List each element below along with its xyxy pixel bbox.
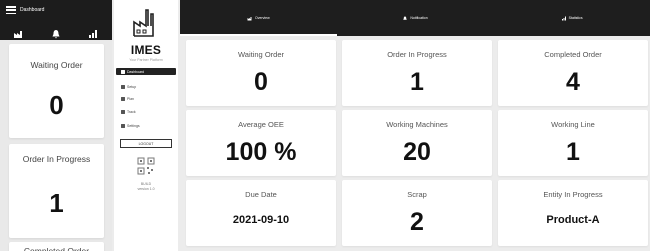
nav-item-plan[interactable]: Plan: [121, 97, 134, 101]
mobile-card-waiting-order: Waiting Order 0: [9, 44, 104, 138]
qr-code-icon: [137, 157, 155, 175]
calendar-icon: [121, 97, 125, 101]
mobile-view: Dashboard Waiting Order 0 Order In Progr…: [0, 0, 112, 251]
card-average-oee: Average OEE 100 %: [186, 110, 336, 176]
nav-item-label: Plan: [127, 97, 135, 101]
tab-overview[interactable]: Overview: [180, 0, 337, 36]
wrench-icon: [121, 85, 125, 89]
desktop-tabbar: Overview Notification Statistics: [180, 0, 650, 36]
card-completed-order: Completed Order 4: [498, 40, 648, 106]
card-label: Waiting Order: [238, 50, 284, 59]
bar-chart-icon[interactable]: [87, 26, 99, 38]
desktop-view: Overview Notification Statistics Waiting…: [180, 0, 650, 251]
build-version: version 1.0: [137, 186, 155, 191]
nav-item-dashboard[interactable]: Dashboard: [116, 68, 176, 75]
card-value: 2: [410, 208, 424, 236]
card-value: 100 %: [225, 138, 297, 166]
card-entity-in-progress: Entity In Progress Product-A: [498, 180, 648, 246]
tab-label: Statistics: [568, 16, 583, 20]
card-label: Entity In Progress: [543, 190, 603, 199]
card-value: 2021-09-10: [232, 214, 290, 226]
card-value: 1: [566, 138, 580, 166]
nav-item-label: Settings: [127, 124, 140, 128]
chart-icon: [121, 110, 125, 114]
nav-item-label: Dashboard: [127, 69, 145, 74]
bell-icon: [403, 16, 408, 20]
nav-item-track[interactable]: Track: [121, 110, 136, 114]
tab-statistics[interactable]: Statistics: [493, 0, 650, 36]
bar-chart-icon: [561, 16, 566, 20]
card-label: Working Machines: [386, 120, 448, 129]
factory-logo-icon: [133, 9, 154, 37]
card-label: Completed Order: [544, 50, 602, 59]
mobile-menu-label: Dashboard: [20, 7, 45, 13]
card-working-line: Working Line 1: [498, 110, 648, 176]
card-label: Order In Progress: [22, 154, 91, 164]
nav-item-settings[interactable]: Settings: [121, 124, 140, 128]
factory-icon: [247, 16, 252, 20]
card-waiting-order: Waiting Order 0: [186, 40, 336, 106]
mobile-tabs: [0, 26, 112, 39]
tab-label: Notification: [410, 16, 428, 20]
nav-item-label: Setup: [127, 85, 137, 89]
tab-notification[interactable]: Notification: [337, 0, 494, 36]
settings-icon: [121, 124, 125, 128]
card-label: Scrap: [407, 190, 427, 199]
build-info: BUILD version 1.0: [114, 182, 178, 191]
factory-icon[interactable]: [13, 26, 25, 38]
mobile-menu-button[interactable]: Dashboard: [6, 6, 44, 14]
brand-name: IMES: [130, 43, 162, 57]
card-label: Due Date: [245, 190, 277, 199]
card-label: Average OEE: [238, 120, 284, 129]
card-label: Order In Progress: [387, 50, 447, 59]
card-value: 1: [410, 68, 424, 96]
card-label: Working Line: [551, 120, 595, 129]
card-label: Completed Order: [23, 246, 90, 251]
card-working-machines: Working Machines 20: [342, 110, 492, 176]
sidebar: IMES Your Partner Platform Dashboard Set…: [114, 0, 178, 251]
mobile-card-order-in-progress: Order In Progress 1: [9, 144, 104, 238]
logout-button[interactable]: LOGOUT: [120, 139, 172, 148]
app-root: Dashboard Waiting Order 0 Order In Progr…: [0, 0, 650, 251]
card-due-date: Due Date 2021-09-10: [186, 180, 336, 246]
card-value: 4: [566, 68, 580, 96]
hamburger-icon[interactable]: [6, 6, 16, 14]
card-scrap: Scrap 2: [342, 180, 492, 246]
card-value: 0: [254, 68, 268, 96]
card-value: 0: [49, 90, 64, 120]
card-value: Product-A: [546, 214, 600, 226]
card-label: Waiting Order: [30, 60, 83, 70]
mobile-topbar: Dashboard: [0, 0, 112, 40]
mobile-card-completed-order: Completed Order: [9, 242, 104, 251]
card-value: 1: [49, 188, 64, 218]
nav-item-label: Track: [127, 110, 136, 114]
nav-item-setup[interactable]: Setup: [121, 85, 136, 89]
card-value: 20: [403, 138, 431, 166]
bell-icon[interactable]: [50, 26, 62, 39]
kpi-grid: Waiting Order 0 Order In Progress 1 Comp…: [186, 40, 648, 246]
card-order-in-progress: Order In Progress 1: [342, 40, 492, 106]
brand-tagline: Your Partner Platform: [129, 58, 163, 62]
tab-label: Overview: [255, 16, 270, 20]
dashboard-icon: [121, 69, 125, 74]
